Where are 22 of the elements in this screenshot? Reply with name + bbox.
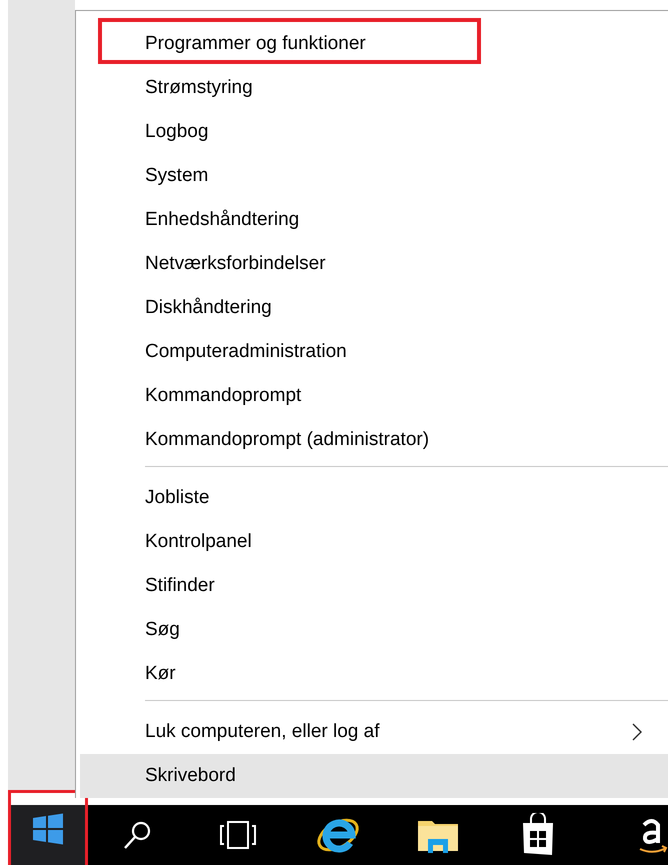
start-button[interactable]	[8, 790, 88, 865]
menu-item[interactable]: Diskhåndtering	[80, 286, 668, 330]
menu-item[interactable]: Computeradministration	[80, 330, 668, 374]
shopping-bag-icon	[520, 813, 556, 857]
menu-item[interactable]: Luk computeren, eller log af	[80, 710, 668, 754]
menu-item[interactable]: Programmer og funktioner	[80, 22, 668, 66]
chevron-right-icon	[632, 723, 642, 741]
menu-item[interactable]: Netværksforbindelser	[80, 242, 668, 286]
menu-item[interactable]: Kør	[80, 652, 668, 696]
menu-item[interactable]: Kontrolpanel	[80, 520, 668, 564]
menu-item[interactable]: Logbog	[80, 110, 668, 154]
menu-item[interactable]: Enhedshåndtering	[80, 198, 668, 242]
menu-item[interactable]: Stifinder	[80, 564, 668, 608]
menu-item[interactable]: System	[80, 154, 668, 198]
menu-item[interactable]: Søg	[80, 608, 668, 652]
task-view-icon	[218, 818, 258, 852]
menu-item[interactable]: Strømstyring	[80, 66, 668, 110]
menu-item[interactable]: Jobliste	[80, 476, 668, 520]
menu-item[interactable]: Kommandoprompt	[80, 374, 668, 418]
menu-item[interactable]: Kommandoprompt (administrator)	[80, 418, 668, 462]
menu-item[interactable]: Skrivebord	[80, 754, 668, 798]
windows-logo-icon	[31, 812, 65, 846]
